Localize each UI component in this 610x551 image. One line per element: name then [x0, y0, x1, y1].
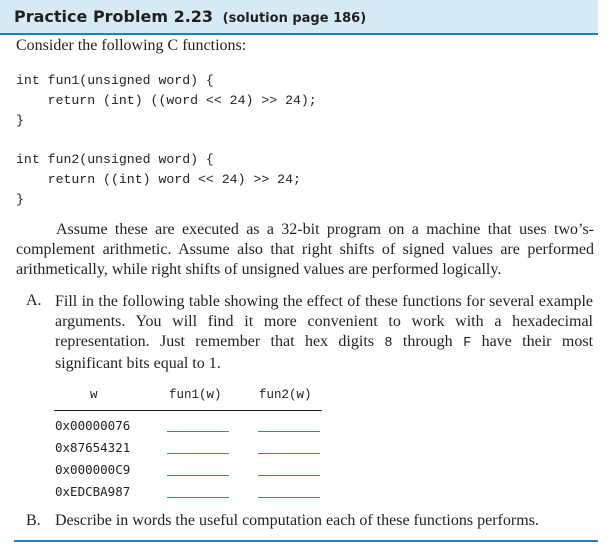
code-block-fun1: int fun1(unsigned word) { return (int) (… — [16, 71, 317, 131]
cell-w: 0xEDCBA987 — [55, 484, 131, 499]
part-a-text: Fill in the following table showing the … — [55, 292, 593, 374]
code-line: return ((int) word << 24) >> 24; — [16, 172, 301, 187]
answer-blank-fun1[interactable] — [167, 453, 229, 454]
part-b-marker: B. — [26, 512, 41, 529]
problem-header: Practice Problem 2.23 (solution page 186… — [0, 0, 598, 35]
hex-digit-8: 8 — [384, 336, 393, 351]
answer-blank-fun2[interactable] — [258, 453, 320, 454]
table-header-rule — [54, 410, 322, 411]
code-line: int fun2(unsigned word) { — [16, 152, 214, 167]
hex-digit-f: F — [463, 336, 472, 351]
table-row: 0x000000C9 — [52, 462, 332, 482]
answer-blank-fun2[interactable] — [258, 475, 320, 476]
assumption-paragraph: Assume these are executed as a 32-bit pr… — [16, 221, 594, 278]
intro-text: Consider the following C functions: — [16, 37, 247, 54]
column-header-fun1: fun1(w) — [169, 388, 222, 402]
column-header-fun2: fun2(w) — [259, 388, 312, 402]
answer-blank-fun2[interactable] — [258, 497, 320, 498]
cell-w: 0x000000C9 — [55, 462, 131, 477]
part-a-marker: A. — [26, 292, 42, 309]
part-b-text: Describe in words the useful computation… — [55, 512, 539, 529]
cell-w: 0x87654321 — [55, 440, 131, 455]
table-row: 0x87654321 — [52, 440, 332, 460]
code-block-fun2: int fun2(unsigned word) { return ((int) … — [16, 150, 301, 210]
code-line: } — [16, 192, 24, 207]
code-line: return (int) ((word << 24) >> 24); — [16, 93, 317, 108]
problem-title: Practice Problem 2.23 (solution page 186… — [14, 7, 366, 26]
code-line: } — [16, 113, 24, 128]
answer-blank-fun1[interactable] — [167, 497, 229, 498]
part-a-text-through: through — [392, 333, 464, 350]
solution-page-ref: (solution page 186) — [222, 11, 367, 26]
column-header-w: w — [90, 388, 98, 402]
bottom-divider — [14, 540, 598, 542]
table-row: 0xEDCBA987 — [52, 484, 332, 504]
answer-blank-fun2[interactable] — [258, 431, 320, 432]
problem-title-text: Practice Problem 2.23 — [14, 7, 214, 26]
answer-blank-fun1[interactable] — [167, 475, 229, 476]
table-row: 0x00000076 — [52, 418, 332, 438]
cell-w: 0x00000076 — [55, 418, 131, 433]
answer-blank-fun1[interactable] — [167, 431, 229, 432]
answer-table: w fun1(w) fun2(w) 0x00000076 0x87654321 … — [52, 388, 332, 503]
code-line: int fun1(unsigned word) { — [16, 73, 214, 88]
